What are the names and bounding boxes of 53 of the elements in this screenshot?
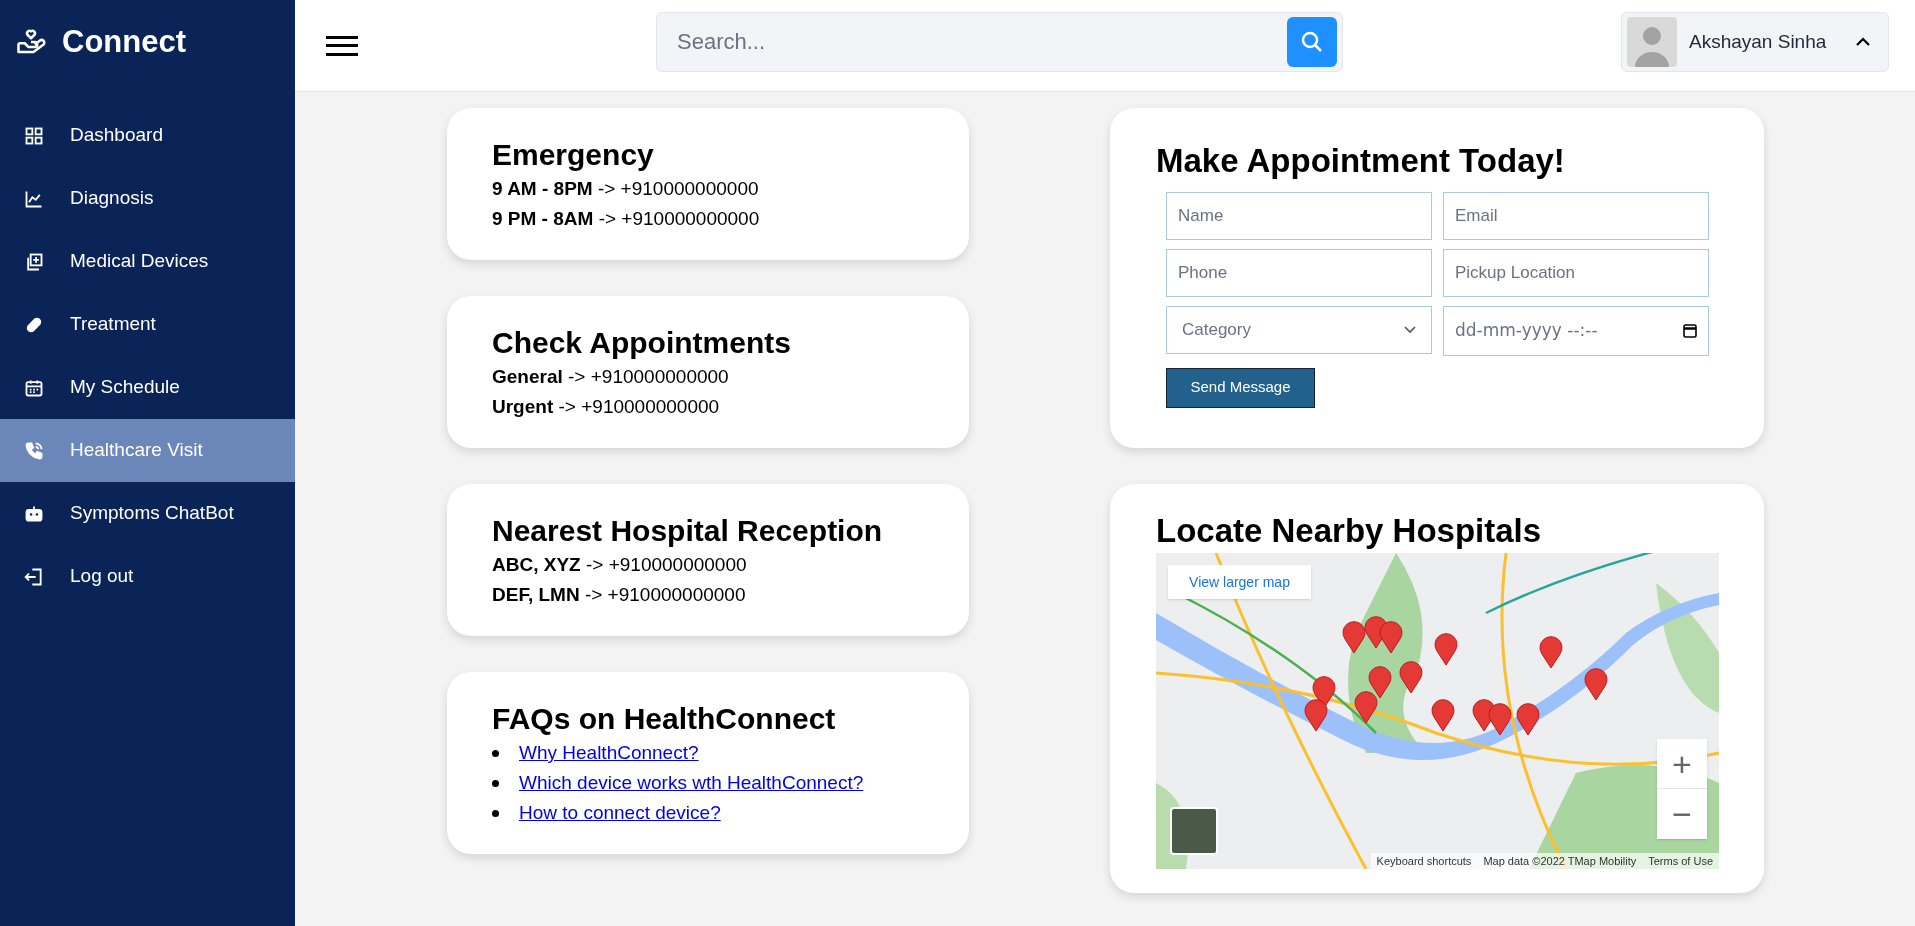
phone-line: ABC, XYZ -> +910000000000 [492, 553, 748, 577]
zoom-in-button[interactable]: + [1657, 739, 1707, 790]
input-field[interactable]: Email [1443, 191, 1709, 240]
card-title: Locate Nearby Hospitals [1156, 511, 1543, 551]
bullet-icon [492, 749, 499, 757]
phone-line: General -> +910000000000 [492, 365, 730, 389]
faq-link[interactable]: Which device works wth HealthConnect? [519, 768, 864, 798]
card-title: Emergency [492, 137, 655, 173]
search-icon [1300, 30, 1324, 54]
nav-item[interactable]: Symptoms ChatBot [0, 482, 295, 545]
faq-link[interactable]: Why HealthConnect? [519, 738, 699, 768]
phone-line: 9 PM - 8AM -> +910000000000 [492, 207, 761, 231]
map-footer-link[interactable]: Terms of Use [1648, 852, 1713, 870]
chevron-down-icon [1404, 325, 1416, 334]
user-menu[interactable]: Akshayan Sinha [1621, 12, 1889, 72]
view-larger-map-link[interactable]: View larger map [1168, 565, 1311, 600]
satellite-toggle[interactable] [1170, 807, 1218, 856]
phone-icon [24, 440, 44, 461]
input-field[interactable]: Phone [1166, 248, 1432, 297]
avatar-icon [1627, 17, 1677, 67]
zoom-out-button[interactable]: − [1657, 789, 1707, 840]
calendar-icon [1683, 323, 1697, 338]
phone-line: 9 AM - 8PM -> +910000000000 [492, 177, 760, 201]
bullet-icon [492, 809, 499, 817]
card-title: Make Appointment Today! [1156, 141, 1566, 181]
search-field[interactable]: Search... [656, 12, 1343, 72]
send-message-button[interactable]: Send Message [1166, 367, 1315, 408]
phone-line: DEF, LMN -> +910000000000 [492, 583, 747, 607]
brand-name: Connect [62, 22, 186, 61]
category-select[interactable]: Category [1166, 305, 1432, 354]
card-title: Check Appointments [492, 325, 792, 361]
nav-item[interactable]: Healthcare Visit [0, 419, 295, 482]
plus-square-icon [24, 251, 44, 272]
map-footer-link[interactable]: Map data ©2022 TMap Mobility [1483, 852, 1637, 870]
map-footer-link[interactable]: Keyboard shortcuts [1376, 852, 1472, 870]
nav-item[interactable]: Medical Devices [0, 230, 295, 293]
nav-item[interactable]: Diagnosis [0, 167, 295, 230]
nav-item[interactable]: Treatment [0, 293, 295, 356]
logout-icon [24, 566, 44, 587]
search-button[interactable] [1287, 17, 1337, 67]
card-title: FAQs on HealthConnect [492, 701, 837, 737]
input-field[interactable]: Name [1166, 191, 1432, 240]
nav-item[interactable]: My Schedule [0, 356, 295, 419]
card-title: Nearest Hospital Reception [492, 513, 884, 549]
phone-line: Urgent -> +910000000000 [492, 395, 721, 419]
bullet-icon [492, 779, 499, 787]
input-field[interactable]: Pickup Location [1443, 248, 1709, 297]
nav-item[interactable]: Dashboard [0, 104, 295, 167]
faq-link[interactable]: How to connect device? [519, 798, 721, 828]
chevron-up-icon [1855, 37, 1871, 47]
grid-icon [24, 125, 44, 146]
date-time-field[interactable]: dd-mm-yyyy --:-- [1443, 305, 1709, 356]
nav-item[interactable]: Log out [0, 545, 295, 608]
